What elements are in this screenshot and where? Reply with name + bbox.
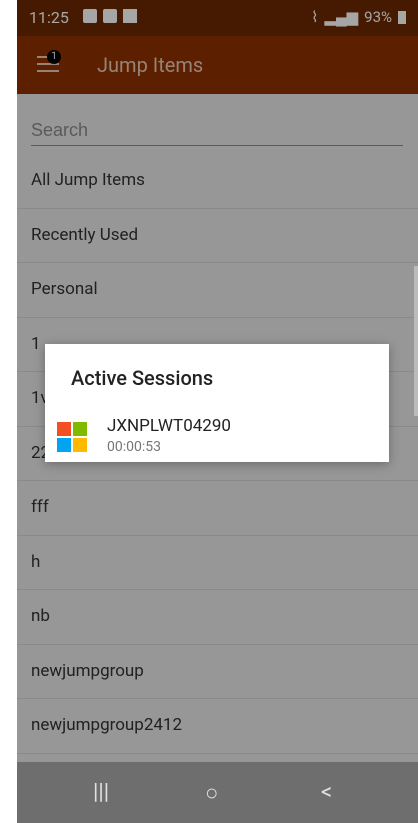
home-button[interactable]: ○ bbox=[205, 780, 218, 806]
dialog-title: Active Sessions bbox=[71, 366, 214, 390]
session-name: JXNPLWT04290 bbox=[107, 416, 231, 436]
session-item[interactable]: JXNPLWT04290 00:00:53 bbox=[57, 414, 377, 458]
recents-button[interactable]: ||| bbox=[93, 780, 109, 805]
system-nav-bar: ||| ○ < bbox=[17, 762, 418, 823]
session-duration: 00:00:53 bbox=[107, 439, 161, 455]
windows-logo-icon bbox=[57, 422, 87, 452]
active-sessions-dialog: Active Sessions JXNPLWT04290 00:00:53 bbox=[45, 344, 389, 462]
back-button[interactable]: < bbox=[321, 780, 332, 805]
phone-screen: 11:25 ⌇ ▂▄▆ 93% 1 Jump Items All Jump It… bbox=[17, 0, 418, 823]
scroll-indicator bbox=[414, 266, 418, 416]
